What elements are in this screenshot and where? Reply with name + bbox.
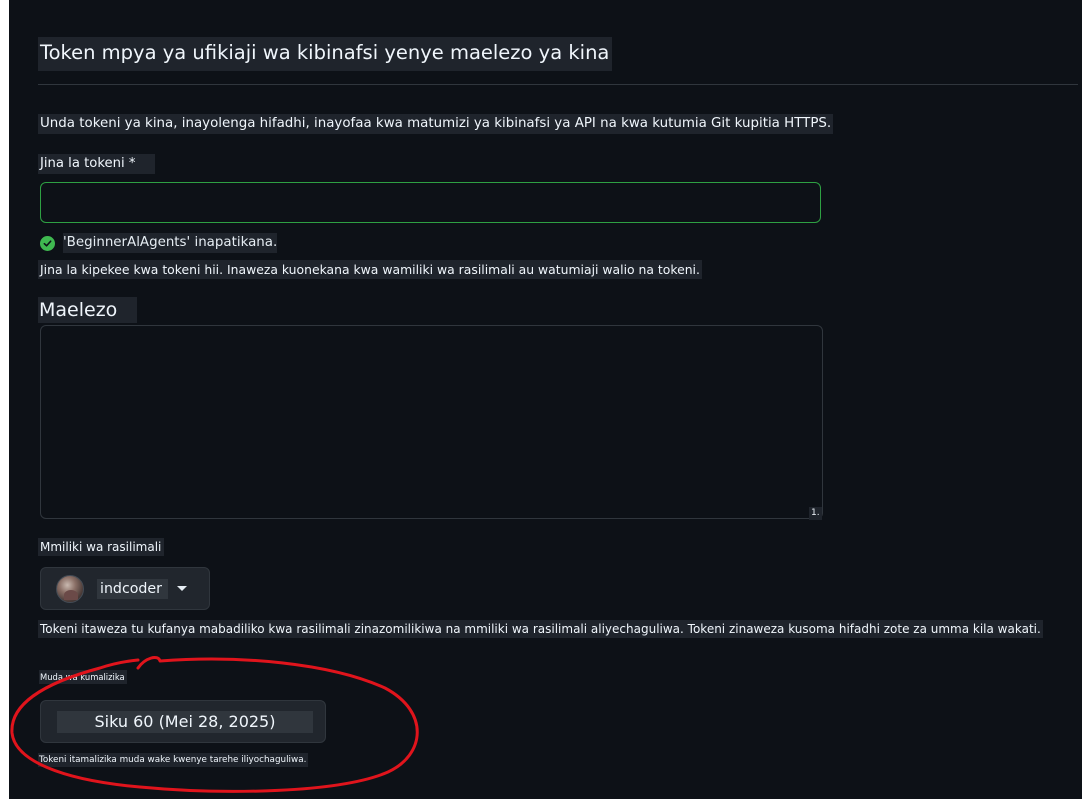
title-divider (38, 84, 1078, 85)
token-name-help: Jina la kipekee kwa tokeni hii. Inaweza … (38, 260, 702, 279)
page-subtitle: Unda tokeni ya kina, inayolenga hifadhi,… (38, 114, 834, 134)
description-label: Maelezo (38, 297, 138, 323)
expiration-value: Siku 60 (Mei 28, 2025) (57, 711, 313, 733)
triangle-down-icon (177, 586, 187, 591)
description-textarea[interactable] (40, 325, 823, 519)
resource-owner-label: Mmiliki wa rasilimali (38, 538, 165, 556)
resource-owner-name: indcoder (97, 578, 168, 599)
token-name-label: Jina la tokeni * (38, 154, 156, 174)
left-edge-strip (0, 0, 9, 799)
expiration-dropdown[interactable]: Siku 60 (Mei 28, 2025) (40, 700, 326, 743)
check-circle-icon (40, 235, 55, 251)
page-title: Token mpya ya ufikiaji wa kibinafsi yeny… (38, 37, 613, 71)
token-name-input[interactable] (40, 182, 821, 223)
avatar (56, 574, 84, 603)
token-name-validation: 'BeginnerAlAgents' inapatikana. (40, 233, 278, 253)
description-counter: 1. (809, 507, 822, 520)
resource-owner-dropdown[interactable]: indcoder (40, 567, 210, 610)
validation-message: 'BeginnerAlAgents' inapatikana. (63, 233, 278, 253)
resource-owner-help: Tokeni itaweza tu kufanya mabadiliko kwa… (38, 620, 1043, 638)
expiration-label: Muda wa kumalizika (39, 670, 127, 684)
expiration-help: Tokeni itamalizika muda wake kwenye tare… (38, 753, 309, 767)
